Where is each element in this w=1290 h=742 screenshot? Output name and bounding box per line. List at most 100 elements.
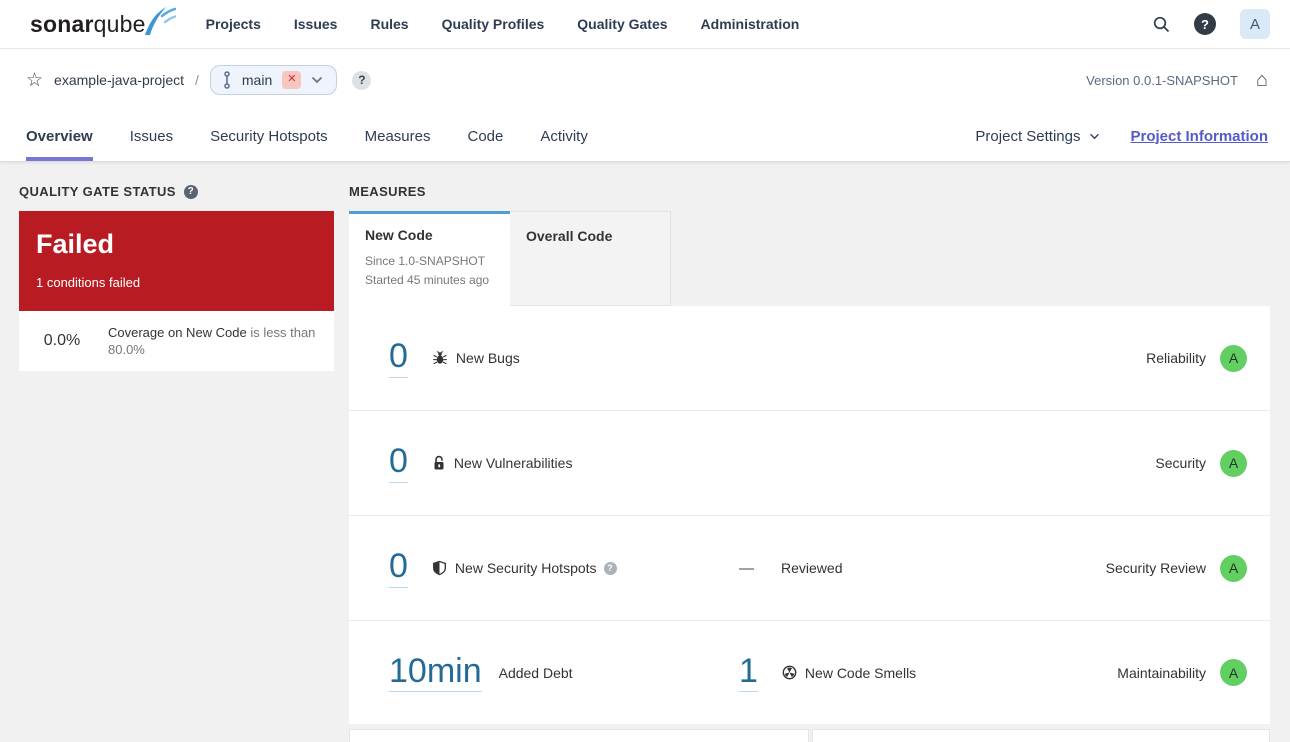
condition-value: 0.0% bbox=[43, 332, 81, 350]
measure-row-vulnerabilities: 0 New Vulnerabilities Security A bbox=[349, 411, 1270, 517]
tab-overview[interactable]: Overview bbox=[26, 111, 93, 161]
chevron-down-icon bbox=[1089, 133, 1100, 140]
measures-list: 0 New Bugs Reliability A 0 New Vulnerabi… bbox=[349, 306, 1270, 725]
measures-heading-label: MEASURES bbox=[349, 184, 426, 199]
nav-item-rules[interactable]: Rules bbox=[370, 16, 408, 32]
hotspots-help-icon[interactable]: ? bbox=[603, 561, 617, 575]
breadcrumb-project-name[interactable]: example-java-project bbox=[54, 72, 184, 88]
new-hotspots-count[interactable]: 0 bbox=[389, 548, 408, 588]
security-review-label: Security Review bbox=[1105, 560, 1206, 577]
reliability-rating-badge[interactable]: A bbox=[1220, 344, 1247, 372]
security-group: Security A bbox=[1155, 449, 1247, 477]
chevron-down-icon bbox=[311, 76, 323, 84]
reliability-label: Reliability bbox=[1146, 350, 1206, 367]
maintainability-label: Maintainability bbox=[1117, 664, 1206, 681]
new-bugs-count[interactable]: 0 bbox=[389, 338, 408, 378]
tab-activity[interactable]: Activity bbox=[540, 111, 588, 161]
quality-gate-condition-row[interactable]: 0.0% Coverage on New Code is less than 8… bbox=[19, 311, 334, 372]
breadcrumb: ☆ example-java-project / main ✕ ? Versio… bbox=[22, 49, 1268, 111]
new-code-smells-label: New Code Smells bbox=[804, 664, 917, 681]
branch-icon bbox=[222, 71, 232, 89]
debt-group: 10min Added Debt bbox=[389, 653, 739, 693]
help-icon[interactable]: ? bbox=[1194, 13, 1216, 35]
nav-item-projects[interactable]: Projects bbox=[206, 16, 261, 32]
added-debt-value[interactable]: 10min bbox=[389, 653, 482, 693]
new-vulnerabilities-count[interactable]: 0 bbox=[389, 443, 408, 483]
overview-content: QUALITY GATE STATUS ? Failed 1 condition… bbox=[0, 162, 1290, 742]
hotspots-group: 0 New Security Hotspots ? bbox=[389, 548, 739, 588]
breadcrumb-separator: / bbox=[195, 72, 199, 88]
measures-heading: MEASURES bbox=[349, 184, 1270, 199]
project-header: ☆ example-java-project / main ✕ ? Versio… bbox=[0, 49, 1290, 162]
version-label: Version 0.0.1-SNAPSHOT bbox=[1086, 72, 1238, 88]
tab-new-code[interactable]: New Code Since 1.0-SNAPSHOT Started 45 m… bbox=[349, 211, 510, 307]
security-rating-badge[interactable]: A bbox=[1220, 449, 1247, 477]
project-information-link[interactable]: Project Information bbox=[1130, 128, 1268, 145]
new-vulnerabilities-label: New Vulnerabilities bbox=[453, 455, 573, 472]
bugs-group: 0 New Bugs bbox=[389, 338, 739, 378]
quality-gate-status-banner: Failed 1 conditions failed bbox=[19, 211, 334, 311]
security-review-group: Security Review A bbox=[1105, 554, 1247, 582]
lower-panel-right bbox=[812, 729, 1270, 742]
code-smell-icon bbox=[782, 665, 797, 680]
security-label: Security bbox=[1155, 455, 1206, 472]
new-code-since: Since 1.0-SNAPSHOT bbox=[365, 254, 486, 268]
lower-panels bbox=[349, 729, 1270, 742]
code-smells-group: 1 New Code Smells bbox=[739, 653, 1117, 693]
logo-text-regular: qube bbox=[93, 10, 146, 37]
navbar-right: ? A bbox=[1153, 9, 1270, 39]
bug-icon bbox=[432, 350, 448, 366]
overall-code-tab-label: Overall Code bbox=[526, 228, 613, 244]
new-code-tab-label: New Code bbox=[365, 227, 433, 243]
added-debt-label: Added Debt bbox=[498, 664, 573, 681]
sonarqube-logo[interactable]: sonar qube bbox=[30, 6, 176, 38]
shield-icon bbox=[432, 560, 447, 576]
branch-help-icon[interactable]: ? bbox=[352, 70, 372, 90]
search-icon[interactable] bbox=[1153, 16, 1170, 33]
open-lock-icon bbox=[432, 455, 446, 471]
project-tabs: Overview Issues Security Hotspots Measur… bbox=[22, 111, 1268, 161]
tab-security-hotspots[interactable]: Security Hotspots bbox=[210, 111, 328, 161]
project-settings-dropdown[interactable]: Project Settings bbox=[975, 128, 1100, 145]
reviewed-value: — bbox=[739, 559, 754, 577]
measures-panel: MEASURES New Code Since 1.0-SNAPSHOT Sta… bbox=[349, 184, 1270, 742]
branch-status-close-icon[interactable]: ✕ bbox=[282, 71, 302, 89]
favorite-star-icon[interactable]: ☆ bbox=[26, 71, 43, 90]
nav-item-quality-profiles[interactable]: Quality Profiles bbox=[442, 16, 545, 32]
measure-row-hotspots: 0 New Security Hotspots ? — Reviewed Sec… bbox=[349, 516, 1270, 622]
tabs-right: Project Settings Project Information bbox=[975, 128, 1268, 145]
branch-selector[interactable]: main ✕ bbox=[209, 65, 338, 95]
lower-panel-left bbox=[349, 729, 809, 742]
top-navbar: sonar qube Projects Issues Rules Quality … bbox=[0, 0, 1290, 49]
nav-item-quality-gates[interactable]: Quality Gates bbox=[577, 16, 667, 32]
nav-item-administration[interactable]: Administration bbox=[701, 16, 800, 32]
home-icon[interactable]: ⌂ bbox=[1256, 70, 1268, 90]
vulnerabilities-group: 0 New Vulnerabilities bbox=[389, 443, 739, 483]
condition-metric: Coverage on New Code bbox=[108, 325, 247, 340]
project-settings-label: Project Settings bbox=[975, 127, 1081, 145]
nav-item-issues[interactable]: Issues bbox=[294, 16, 338, 32]
measures-tabs: New Code Since 1.0-SNAPSHOT Started 45 m… bbox=[349, 211, 1270, 307]
quality-gate-summary: 1 conditions failed bbox=[36, 275, 141, 290]
maintainability-group: Maintainability A bbox=[1117, 659, 1247, 687]
condition-text: Coverage on New Code is less than 80.0% bbox=[108, 324, 318, 358]
quality-gate-heading-label: QUALITY GATE STATUS bbox=[19, 184, 176, 199]
breadcrumb-right: Version 0.0.1-SNAPSHOT ⌂ bbox=[1086, 70, 1268, 90]
measure-row-maintainability: 10min Added Debt 1 New Code Smells Maint… bbox=[349, 621, 1270, 724]
tab-overall-code[interactable]: Overall Code bbox=[510, 211, 671, 307]
maintainability-rating-badge[interactable]: A bbox=[1220, 659, 1247, 687]
new-hotspots-label: New Security Hotspots bbox=[454, 560, 597, 577]
reviewed-label: Reviewed bbox=[781, 560, 843, 577]
new-code-started: Started 45 minutes ago bbox=[365, 273, 490, 288]
reviewed-group: — Reviewed bbox=[739, 560, 1106, 577]
main-navigation: Projects Issues Rules Quality Profiles Q… bbox=[206, 16, 800, 32]
security-review-rating-badge[interactable]: A bbox=[1220, 554, 1247, 582]
tab-measures[interactable]: Measures bbox=[365, 111, 431, 161]
avatar[interactable]: A bbox=[1240, 9, 1270, 39]
tab-code[interactable]: Code bbox=[467, 111, 503, 161]
quality-gate-help-icon[interactable]: ? bbox=[183, 184, 198, 199]
new-code-smells-count[interactable]: 1 bbox=[739, 653, 758, 693]
quality-gate-panel: QUALITY GATE STATUS ? Failed 1 condition… bbox=[19, 184, 334, 372]
tab-issues[interactable]: Issues bbox=[130, 111, 173, 161]
measure-row-bugs: 0 New Bugs Reliability A bbox=[349, 306, 1270, 412]
